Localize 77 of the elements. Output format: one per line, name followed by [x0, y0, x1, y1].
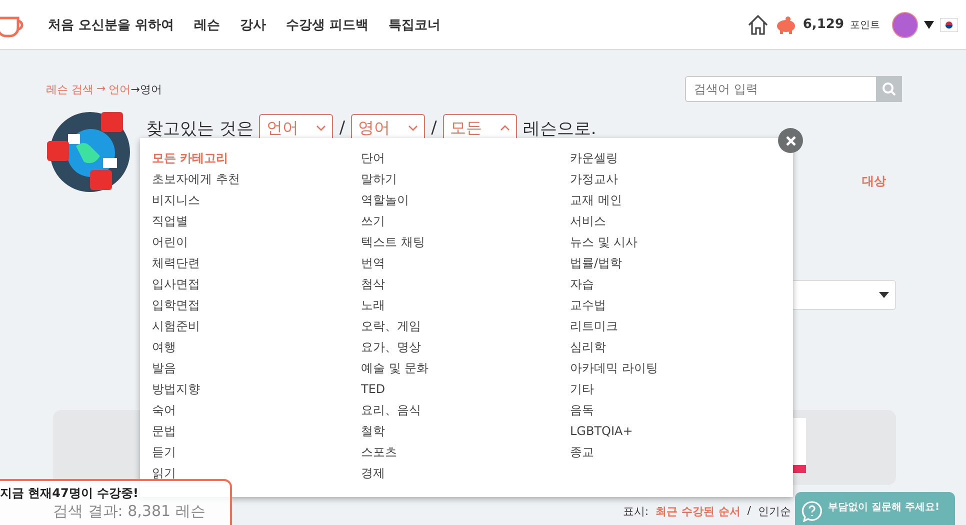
category-item[interactable]: 오락、게임	[361, 316, 421, 337]
breadcrumb-current: →영어	[130, 82, 162, 96]
category-item[interactable]: 어린이	[152, 232, 188, 253]
breadcrumb-separator: →	[96, 82, 106, 96]
points-unit: 포인트	[850, 18, 880, 32]
points-count: 6,129	[802, 17, 844, 32]
nav-link[interactable]: 수강생 피드백	[286, 16, 369, 34]
sort-label: 표시:	[622, 504, 649, 519]
nav-link[interactable]: 레슨	[194, 16, 220, 34]
question-bubble-icon	[801, 500, 823, 522]
caret-icon	[879, 292, 889, 298]
category-item[interactable]: 리트미크	[570, 316, 618, 337]
search-field[interactable]: 검색어 입력	[685, 76, 876, 102]
category-item[interactable]: 음독	[570, 400, 594, 421]
category-item[interactable]: 문법	[152, 421, 176, 442]
piggy-bank-icon	[774, 16, 797, 34]
category-item[interactable]: 말하기	[361, 169, 397, 190]
category-item[interactable]: 예술 및 문화	[361, 358, 429, 379]
category-item[interactable]: 초보자에게 추천	[152, 169, 240, 190]
category-item[interactable]: 여행	[152, 337, 176, 358]
home-icon[interactable]	[746, 14, 769, 36]
category-item[interactable]: 뉴스 및 시사	[570, 232, 638, 253]
flag-icon[interactable]	[940, 18, 958, 32]
category-item[interactable]: 교재 메인	[570, 190, 622, 211]
category-item[interactable]: 단어	[361, 148, 385, 169]
category-item[interactable]: 입학면접	[152, 295, 200, 316]
category-item[interactable]: 체력단련	[152, 253, 200, 274]
result-count: 검색 결과: 8,381 레슨	[53, 502, 206, 521]
chevron-down-icon	[316, 125, 326, 131]
category-item[interactable]: 기타	[570, 379, 594, 400]
chevron-down-icon	[408, 125, 418, 131]
category-item[interactable]: 방법지향	[152, 379, 200, 400]
category-item[interactable]: 텍스트 채팅	[361, 232, 425, 253]
category-item[interactable]: 쓰기	[361, 211, 385, 232]
caret-icon[interactable]	[924, 20, 934, 28]
query-suffix: 레슨으로.	[522, 118, 596, 140]
category-item[interactable]: 철학	[361, 421, 385, 442]
chevron-up-icon	[500, 125, 510, 131]
query-prefix: 찾고있는 것은	[146, 118, 254, 140]
category-item[interactable]: 요가、명상	[361, 337, 421, 358]
separator: /	[747, 504, 751, 519]
separator: /	[431, 118, 437, 138]
separator: /	[339, 118, 346, 138]
category-item[interactable]: 시험준비	[152, 316, 200, 337]
category-item[interactable]: 법률/법학	[570, 253, 622, 274]
search-icon	[882, 82, 896, 96]
category-item[interactable]: 경제	[361, 463, 385, 484]
target-label: 대상	[862, 173, 886, 190]
nav-link[interactable]: 처음 오신분을 위하여	[48, 16, 174, 34]
category-item[interactable]: 역할놀이	[361, 190, 409, 211]
nav-link[interactable]: 특집코너	[388, 16, 441, 34]
category-item[interactable]: 카운셀링	[570, 148, 618, 169]
category-item[interactable]: 발음	[152, 358, 176, 379]
category-item[interactable]: 심리학	[570, 337, 606, 358]
category-item[interactable]: TED	[361, 379, 386, 400]
category-item[interactable]: LGBTQIA+	[570, 421, 633, 442]
category-item[interactable]: 첨삭	[361, 274, 385, 295]
category-item[interactable]: 아카데믹 라이팅	[570, 358, 658, 379]
close-button[interactable]	[778, 128, 803, 153]
category-item[interactable]: 비지니스	[152, 190, 200, 211]
category-item[interactable]: 숙어	[152, 400, 176, 421]
category-item[interactable]: 직업별	[152, 211, 188, 232]
category-item[interactable]: 노래	[361, 295, 385, 316]
avatar[interactable]	[892, 12, 918, 38]
close-icon	[786, 136, 796, 146]
category-item[interactable]: 가정교사	[570, 169, 618, 190]
category-item[interactable]: 교수법	[570, 295, 606, 316]
nav-link[interactable]: 강사	[240, 16, 266, 34]
category-item[interactable]: 듣기	[152, 442, 176, 463]
category-item[interactable]: 자습	[570, 274, 594, 295]
category-item[interactable]: 번역	[361, 253, 385, 274]
category-item[interactable]: 종교	[570, 442, 594, 463]
category-item[interactable]: 서비스	[570, 211, 606, 232]
sort-option[interactable]: 인기순	[758, 504, 791, 519]
category-item[interactable]: 요리、음식	[361, 400, 421, 421]
category-item[interactable]: 입사면접	[152, 274, 200, 295]
category-item[interactable]: 스포츠	[361, 442, 397, 463]
